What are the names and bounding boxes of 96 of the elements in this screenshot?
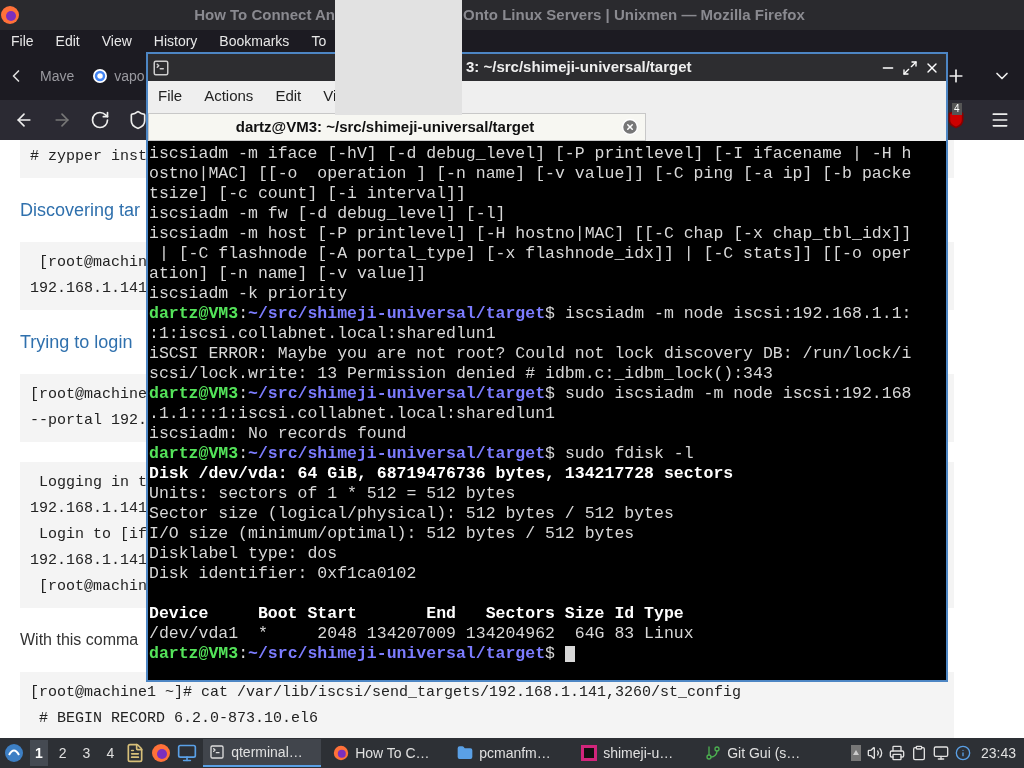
maximize-icon[interactable] (902, 59, 918, 76)
terminal-tab[interactable]: dartz@VM3: ~/src/shimeji-universal/target (148, 113, 646, 141)
prompt-user: dartz@VM3 (149, 444, 239, 464)
command-text: $ sudo fdisk -l (545, 444, 694, 464)
prompt-path: ~/src/shimeji-universal/target (248, 644, 546, 664)
extension-badge: 4 (952, 103, 962, 115)
terminal-line: iscsiadm -m host [-P printlevel] [-H hostno|MAC] [[-C chap [-x chap_tbl_idx]] (149, 224, 913, 244)
code-line: 192.168.1.141 (30, 551, 148, 571)
terminal-line: Disklabel type: dos (149, 544, 339, 564)
workspace-button[interactable]: 4 (101, 740, 120, 766)
menu-item[interactable]: File (158, 84, 183, 108)
terminal-icon (152, 58, 170, 77)
workspace-button[interactable]: 2 (53, 740, 72, 766)
terminal-line: /dev/vda1 * 2048 134207009 134204962 64G 83 Linux (149, 624, 695, 644)
prompt-user: dartz@VM3 (149, 644, 239, 664)
menu-item[interactable]: To (311, 30, 327, 52)
terminal-line: Units: sectors of 1 * 512 = 512 bytes (149, 484, 517, 504)
code-line: [root@machine (30, 385, 148, 405)
browser-tab[interactable]: vapo (88, 58, 149, 94)
terminal-line: Sector size (logical/physical): 512 bytes / 512 bytes (149, 504, 675, 524)
terminal-line: scsi/lock.write: 13 Permission denied # idbm.c:_idbm_lock():343 (149, 364, 774, 384)
terminal-line: I/O size (minimum/optimal): 512 bytes / 512 bytes (149, 524, 636, 544)
window-title: Onto Linux Servers | Unixmen — Mozilla Firefox (463, 4, 805, 25)
terminal-line: | [-C flashnode [-A portal_type] [-x flashnode_idx]] | [-C stats]] [[-o oper (157, 244, 913, 264)
terminal-icon (209, 744, 226, 760)
clock[interactable]: 23:43 (980, 742, 1016, 764)
menu-item[interactable]: File (11, 30, 34, 52)
window-title: How To Connect An (194, 4, 335, 25)
volume-icon[interactable] (866, 745, 883, 761)
prompt-separator: : (238, 304, 249, 324)
terminal-line: ation] [-n name] [-v value]] (149, 264, 428, 284)
code-line: Login to [if (38, 525, 148, 545)
taskbar-task[interactable]: shimeji-u… (575, 739, 694, 767)
terminal-line: Disk identifier: 0xf1ca0102 (149, 564, 418, 584)
prompt-separator: : (238, 384, 249, 404)
command-text: $ iscsiadm -m node iscsi:192.168.1.1: (545, 304, 912, 324)
reload-icon[interactable] (90, 110, 110, 130)
section-heading: Discovering tar (20, 199, 141, 222)
command-text: $ sudo iscsiadm -m node iscsi:192.168 (545, 384, 912, 404)
terminal-line: Device Boot Start End Sectors Size Id Type (149, 604, 685, 624)
section-heading: Trying to login (20, 331, 133, 354)
prompt-separator: : (238, 444, 249, 464)
code-line: 192.168.1.141 (30, 499, 148, 519)
workspace-button[interactable]: 3 (77, 740, 96, 766)
clipboard-icon[interactable] (910, 745, 927, 761)
desktop-icon[interactable] (177, 743, 198, 763)
code-line: [root@machine1 ~]# cat /var/lib/iscsi/send_targets/192.168.1.141,3260/st_config (30, 683, 742, 703)
menu-item[interactable]: View (101, 30, 132, 52)
prompt-separator: : (238, 644, 249, 664)
terminal-line: iscsiadm: No records found (149, 424, 408, 444)
prompt-path: ~/src/shimeji-universal/target (248, 384, 546, 404)
menu-item[interactable]: Bookmarks (219, 30, 290, 52)
menu-item[interactable]: Actions (204, 84, 254, 108)
code-line: [root@machin (38, 577, 148, 597)
taskbar-task[interactable]: pcmanfm… (451, 739, 570, 767)
start-menu-icon[interactable] (4, 743, 24, 763)
prompt-path: ~/src/shimeji-universal/target (248, 444, 546, 464)
command-text: $ (545, 644, 555, 664)
taskbar-task[interactable]: How To C… (327, 739, 446, 767)
terminal-line: iscsiadm -k priority (149, 284, 349, 304)
menu-item[interactable]: Edit (55, 30, 80, 52)
prompt-user: dartz@VM3 (149, 304, 239, 324)
terminal-line: tsize] [-c count] [-i interval]] (149, 184, 467, 204)
terminal-line: iscsiadm -m fw [-d debug_level] [-l] (149, 204, 507, 224)
terminal-line: ostno|MAC] [[-o operation ] [-n name] [-v value]] [-C ping [-a ip] [-b packe (149, 164, 913, 184)
taskbar-task[interactable]: Git Gui (s… (699, 739, 818, 767)
code-line: # zypper inst (30, 147, 148, 167)
folder-icon (457, 745, 474, 761)
terminal-line: iSCSI ERROR: Maybe you are not root? Could not lock discovery DB: /run/lock/i (149, 344, 913, 364)
menu-item[interactable]: History (153, 30, 198, 52)
menu-item[interactable]: Vi (323, 84, 337, 108)
code-line: --portal 192. (30, 411, 148, 431)
paragraph: With this comma (20, 630, 139, 650)
shield-icon[interactable] (128, 110, 148, 130)
close-tab-icon[interactable] (621, 118, 639, 136)
window-title: 3: ~/src/shimeji-universal/target (466, 57, 692, 78)
terminal-line: iscsiadm -m iface [-hV] [-d debug_level] [-P printlevel] [-I ifacename | -H h (149, 144, 913, 164)
printer-icon[interactable] (888, 745, 905, 761)
code-line: Logging in t (38, 473, 148, 493)
menu-icon[interactable] (990, 110, 1010, 130)
info-icon[interactable] (954, 745, 971, 761)
terminal-line: :1:iscsi.collabnet.local:sharedlun1 (149, 324, 497, 344)
workspace-button[interactable]: 1 (30, 740, 48, 766)
terminal-line: Disk /dev/vda: 64 GiB, 68719476736 bytes, 134217728 sectors (149, 464, 735, 484)
taskbar-task[interactable]: qterminal… (203, 739, 322, 767)
code-line: 192.168.1.141 (30, 279, 148, 299)
menu-item[interactable]: Edit (275, 84, 302, 108)
app-icon (581, 745, 598, 761)
file-icon[interactable] (125, 743, 146, 763)
prompt-user: dartz@VM3 (149, 384, 239, 404)
code-line: # BEGIN RECORD 6.2.0-873.10.el6 (38, 709, 319, 729)
git-icon (705, 745, 722, 761)
code-line: [root@machin (38, 253, 148, 273)
browser-tab[interactable]: Mave (36, 58, 79, 94)
terminal-line: .1.1:::1:iscsi.collabnet.local:sharedlun1 (149, 404, 556, 424)
prompt-path: ~/src/shimeji-universal/target (248, 304, 546, 324)
